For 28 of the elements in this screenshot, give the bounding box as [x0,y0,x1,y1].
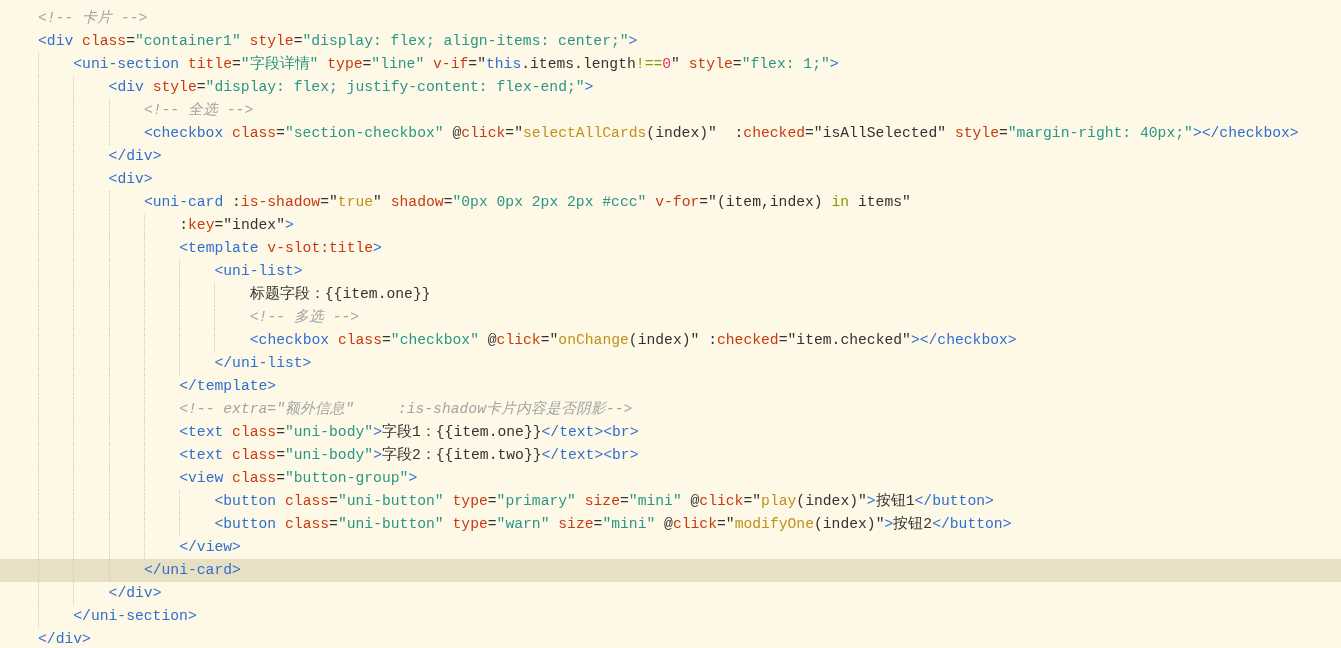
code-line: </uni-list> [214,354,312,373]
code-line: <!-- 多选 --> [249,308,360,327]
code-line: </div> [108,147,162,166]
code-line: <div class="container1" style="display: flex; align-items: center;"> [38,32,638,51]
code-line: <template v-slot:title> [179,239,382,258]
code-line: </uni-section> [73,607,197,626]
code-line: <!-- 卡片 --> [38,9,148,28]
code-line: <checkbox class="checkbox" @click="onChange(index)" :checked="item.checked"></checkbox> [249,331,1017,350]
code-line: <checkbox class="section-checkbox" @click="selectAllCards(index)" :checked="isAllSelected" style="margin-right: 40px;"></checkbox> [143,124,1299,143]
code-line: <view class="button-group"> [179,469,418,488]
code-line: <uni-card :is-shadow="true" shadow="0px 0px 2px 2px #ccc" v-for="(item,index) in items" [143,193,911,212]
code-line: </uni-card> [143,561,241,580]
code-line: <div> [108,170,153,189]
code-line: </template> [179,377,277,396]
code-line: <text class="uni-body">字段1：{{item.one}}</text><br> [179,422,639,442]
code-line: 标题字段：{{item.one}} [249,284,431,304]
code-line: <button class="uni-button" type="primary" size="mini" @click="play(index)">按钮1</button> [214,492,994,511]
code-line: <text class="uni-body">字段2：{{item.two}}</text><br> [179,445,639,465]
code-line: :key="index"> [179,216,294,235]
code-line: <uni-section title="字段详情" type="line" v-if="this.items.length!==0" style="flex: 1;"> [73,54,839,74]
code-line: <!-- extra="额外信息" :is-shadow卡片内容是否阴影--> [179,399,633,419]
code-line: <button class="uni-button" type="warn" size="mini" @click="modifyOne(index)">按钮2</button> [214,515,1012,534]
code-line: </div> [38,630,91,648]
code-line: </view> [179,538,241,557]
code-line: </div> [108,584,162,603]
code-line: <div style="display: flex; justify-content: flex-end;"> [108,78,594,97]
code-line: <!-- 全选 --> [143,101,254,120]
code-line: <uni-list> [214,262,303,281]
